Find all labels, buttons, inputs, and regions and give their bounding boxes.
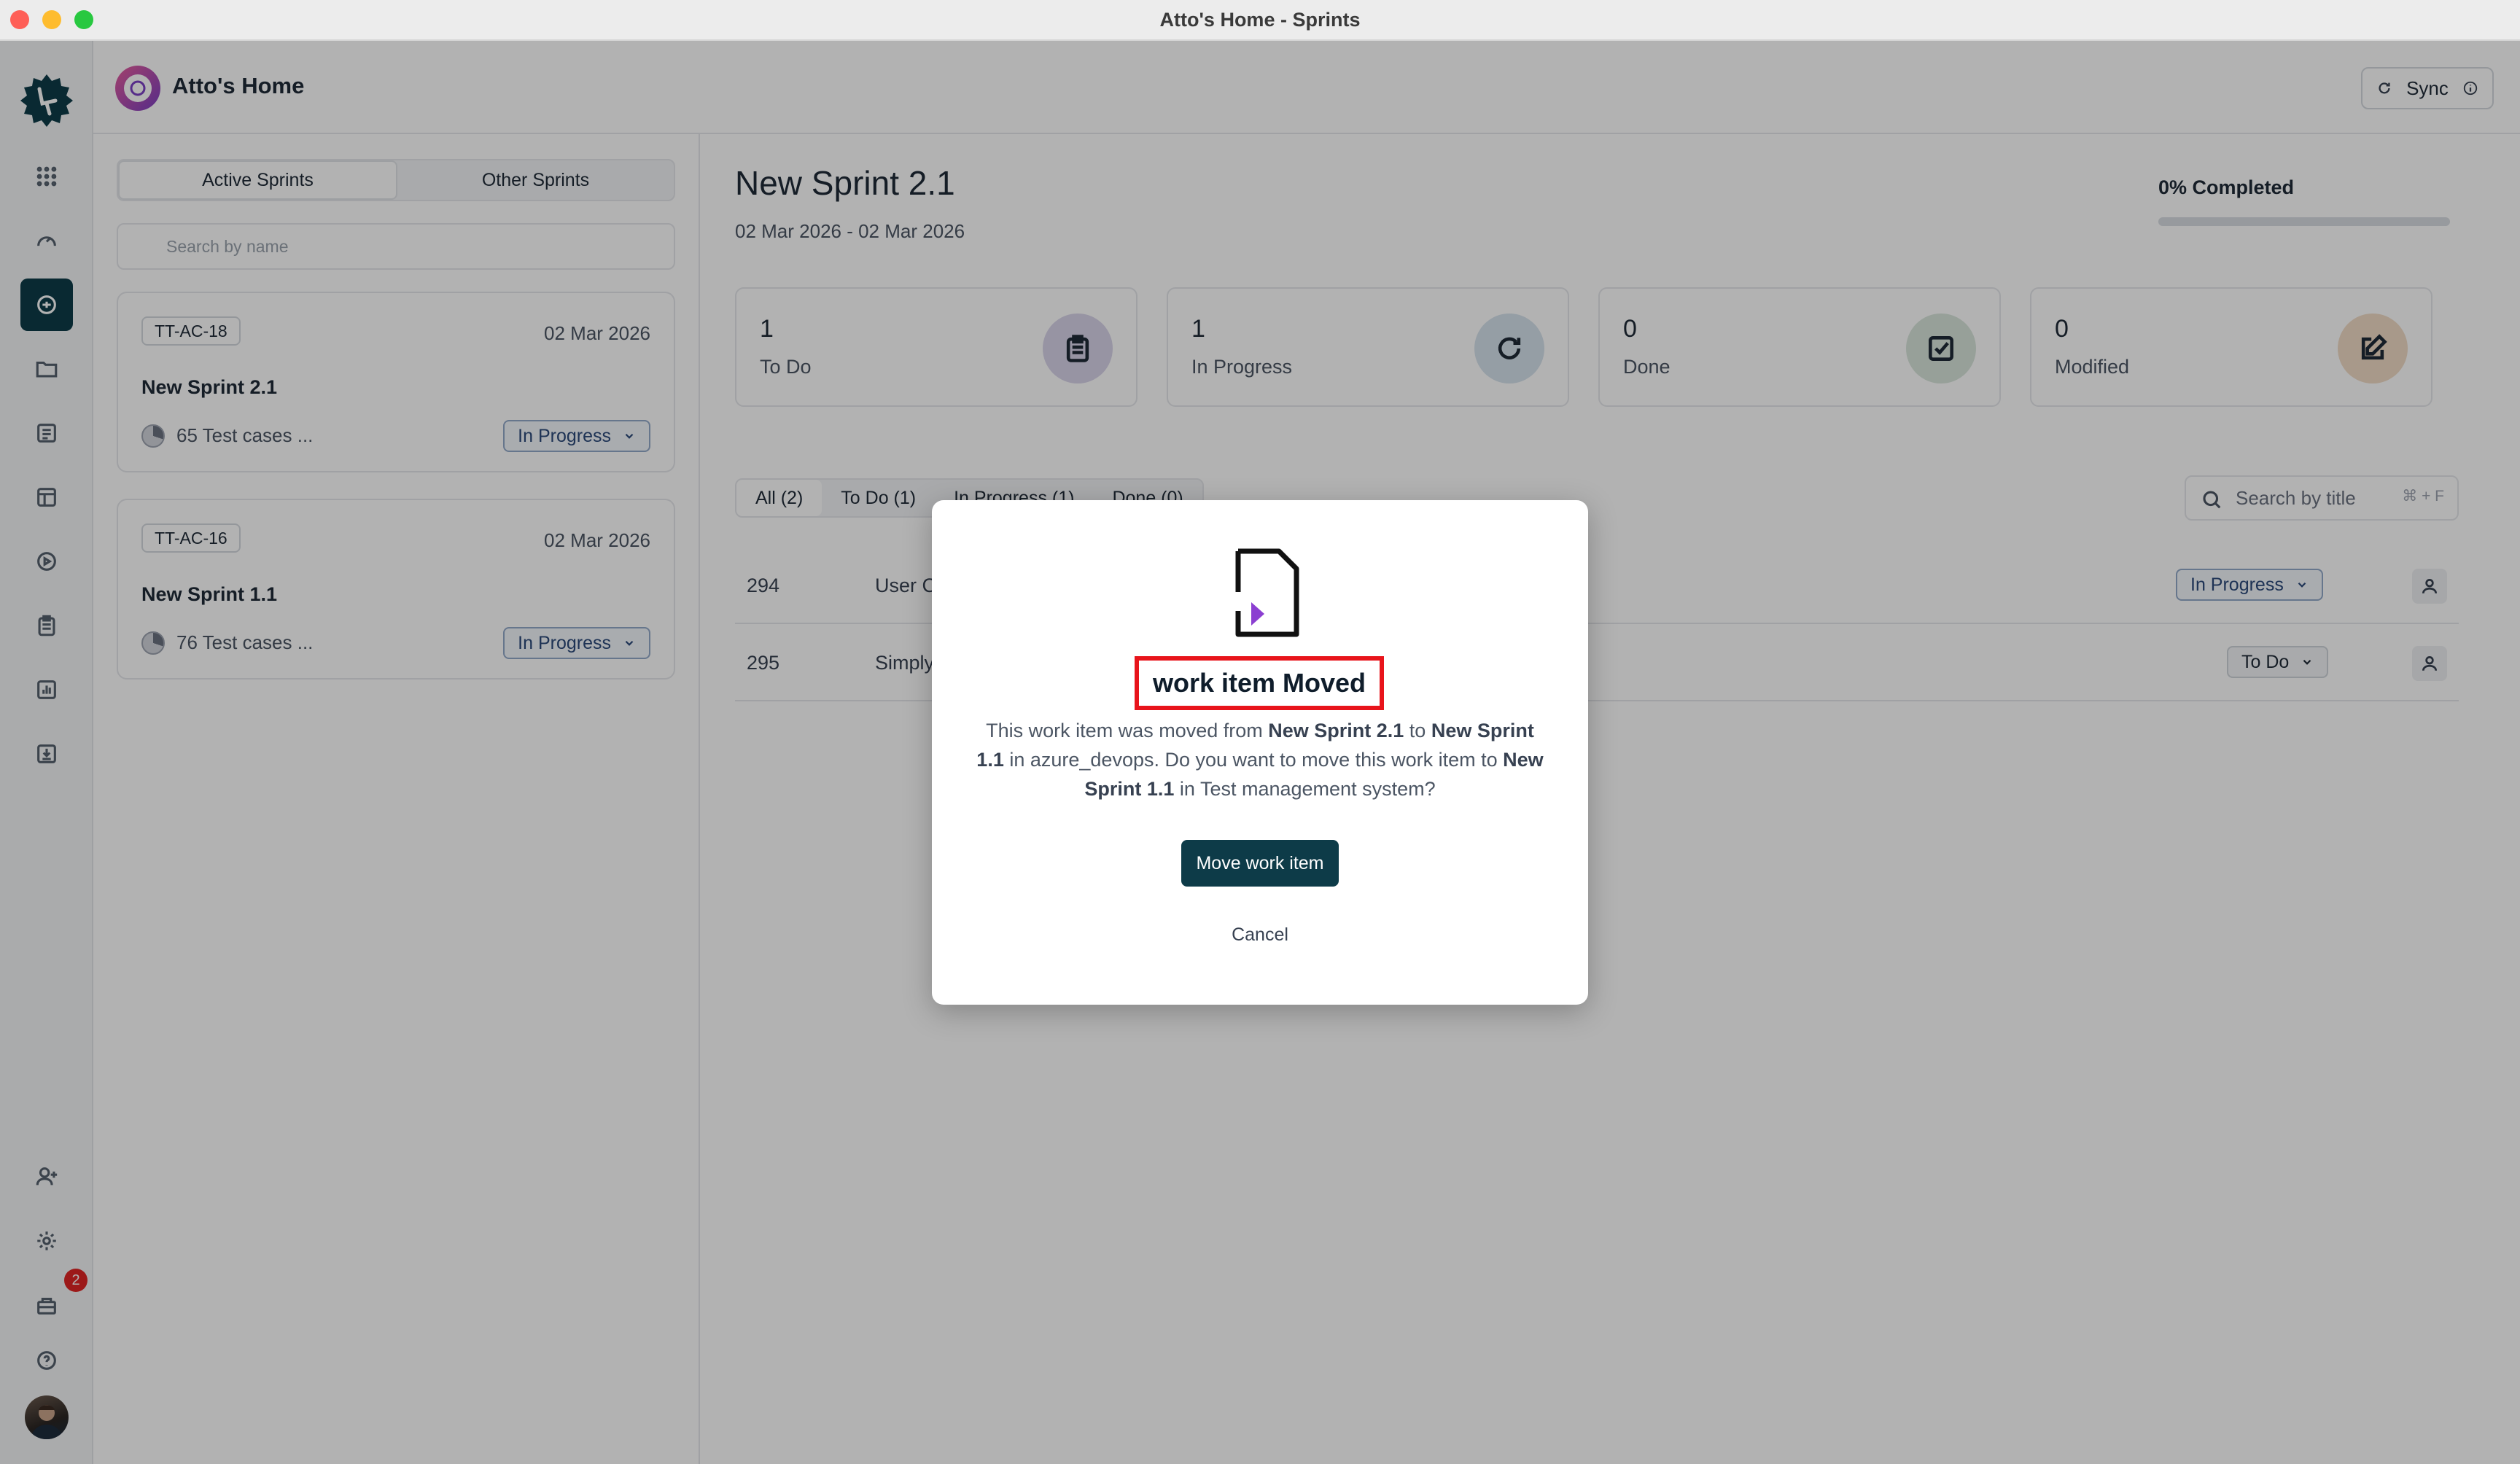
message-text: in Test management system? [1174,778,1436,800]
from-sprint: New Sprint 2.1 [1268,720,1404,741]
dialog-title-highlight: work item Moved [1135,656,1384,710]
message-text: to [1404,720,1431,741]
dialog-message: This work item was moved from New Sprint… [976,716,1544,803]
close-window-button[interactable] [10,10,29,29]
window-titlebar: Atto's Home - Sprints [0,0,2520,41]
file-move-icon [1212,548,1299,637]
dialog-title: work item Moved [1152,668,1366,698]
move-work-item-button[interactable]: Move work item [1181,840,1339,887]
message-text: in azure_devops. Do you want to move thi… [1003,749,1504,771]
window-title: Atto's Home - Sprints [1159,8,1361,31]
message-text: This work item was moved from [986,720,1269,741]
window-controls [10,10,93,29]
maximize-window-button[interactable] [74,10,93,29]
work-item-moved-dialog: work item Moved This work item was moved… [932,500,1588,1005]
cancel-button[interactable]: Cancel [1180,924,1340,946]
minimize-window-button[interactable] [42,10,61,29]
